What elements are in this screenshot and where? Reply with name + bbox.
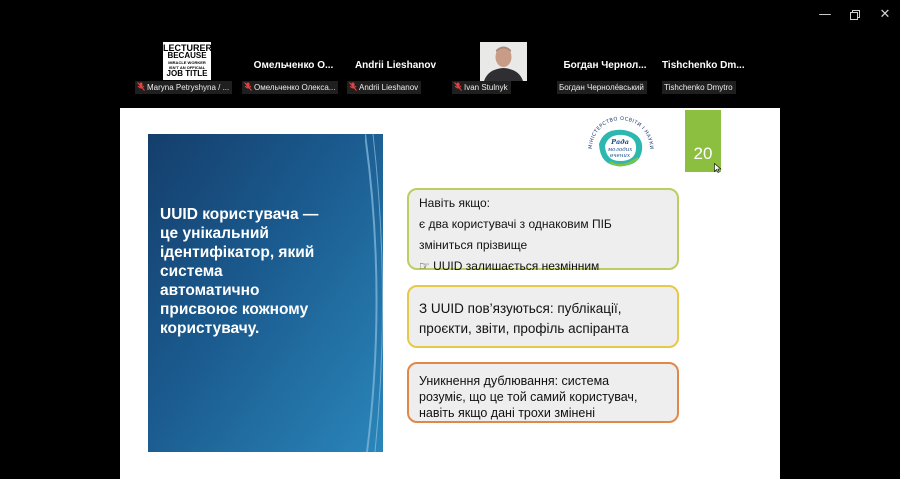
decorative-arc (365, 134, 383, 452)
restore-button[interactable] (843, 6, 867, 24)
box-text-line: є два користувачі з однаковим ПІБ (419, 217, 612, 231)
close-icon: ✕ (879, 7, 891, 22)
box-text-line: ☞ UUID залишається незмінним (419, 259, 600, 273)
box-text-line: зміниться прізвище (419, 238, 528, 252)
main-text-line: система (160, 263, 223, 280)
box-text-line: навіть якщо дані трохи змінені (419, 406, 596, 420)
participant-tile[interactable]: Andrii Lieshanov Andrii Lieshanov (347, 40, 444, 98)
close-button[interactable]: ✕ (873, 6, 897, 24)
participant-label: Andrii Lieshanov (347, 81, 422, 94)
participant-label-text: Andrii Lieshanov (359, 83, 419, 92)
main-text-line: автоматично (160, 282, 260, 299)
participant-name: Омельченко О... (253, 60, 334, 71)
minimize-icon: — (818, 7, 832, 22)
mic-muted-icon (454, 82, 462, 91)
participant-label-text: Maryna Petryshyna / ... (147, 83, 230, 92)
info-box-links: З UUID пов’язуються: публікації, проєкти… (407, 285, 679, 348)
participant-label-text: Омельченко Олекса... (254, 83, 336, 92)
participant-tile[interactable]: Ivan Stulnyk (452, 40, 518, 98)
box-text-line: З UUID пов’язуються: публікації, (419, 301, 622, 316)
participant-tile[interactable]: Омельченко О... Омельченко Олекса... (242, 40, 345, 98)
slide-main-text: UUID користувача — це унікальний ідентиф… (160, 205, 360, 338)
participant-label: Tishchenko Dmytro (662, 81, 736, 94)
council-logo: МІНІСТЕРСТВО ОСВІТИ І НАУКИ УКРАЇНИ Рада… (580, 116, 654, 167)
main-text-line: користувачу. (160, 320, 260, 337)
box-text-line: проєкти, звіти, профіль аспіранта (419, 321, 629, 336)
mic-muted-icon (244, 82, 252, 91)
info-box-dedup: Уникнення дублювання: система розуміє, щ… (407, 362, 679, 423)
participant-label-text: Ivan Stulnyk (464, 83, 508, 92)
participant-label: Maryna Petryshyna / ... (135, 81, 233, 94)
box-text-line: Навіть якщо: (419, 196, 490, 210)
shared-slide: UUID користувача — це унікальний ідентиф… (120, 108, 780, 479)
mic-muted-icon (349, 82, 357, 91)
participant-name: Богдан Чернол... (563, 60, 647, 71)
participant-label: Ivan Stulnyk (452, 81, 511, 94)
restore-icon (850, 10, 860, 20)
participant-label-text: Богдан Черноле́вський (559, 83, 644, 92)
box-text-line: розуміє, що це той самий користувач, (419, 390, 638, 404)
logo-text-line: вчених (610, 153, 631, 159)
box-text-line: Уникнення дублювання: система (419, 374, 610, 388)
main-text-line: присвоює кожному (160, 301, 309, 318)
participant-label-text: Tishchenko Dmytro (664, 83, 733, 92)
main-text-line: це унікальний (160, 225, 269, 242)
info-box-cases: Навіть якщо: є два користувачі з однаков… (407, 188, 679, 273)
mouse-cursor-icon (714, 163, 722, 173)
participant-tile[interactable]: Tishchenko Dm... Tishchenko Dmytro (662, 40, 745, 98)
participant-label: Омельченко Олекса... (242, 81, 339, 94)
participant-name: Tishchenko Dm... (662, 60, 745, 71)
logo-text-line: Рада (610, 138, 629, 146)
participant-label: Богдан Черноле́вський (557, 81, 647, 94)
participant-tile[interactable]: Богдан Чернол... Богдан Черноле́вський (557, 40, 653, 98)
page-number: 20 (693, 144, 713, 163)
participant-tile[interactable]: Maryna Petryshyna / ... (135, 40, 241, 98)
main-text-line: UUID користувача — (160, 206, 319, 223)
participant-name: Andrii Lieshanov (354, 60, 437, 71)
main-text-line: ідентифікатор, який (160, 244, 315, 261)
minimize-button[interactable]: — (813, 6, 837, 24)
participant-strip: LECTURER BECAUSE MIRACLE WORKER ISN'T AN… (0, 40, 900, 98)
mic-muted-icon (137, 82, 145, 91)
